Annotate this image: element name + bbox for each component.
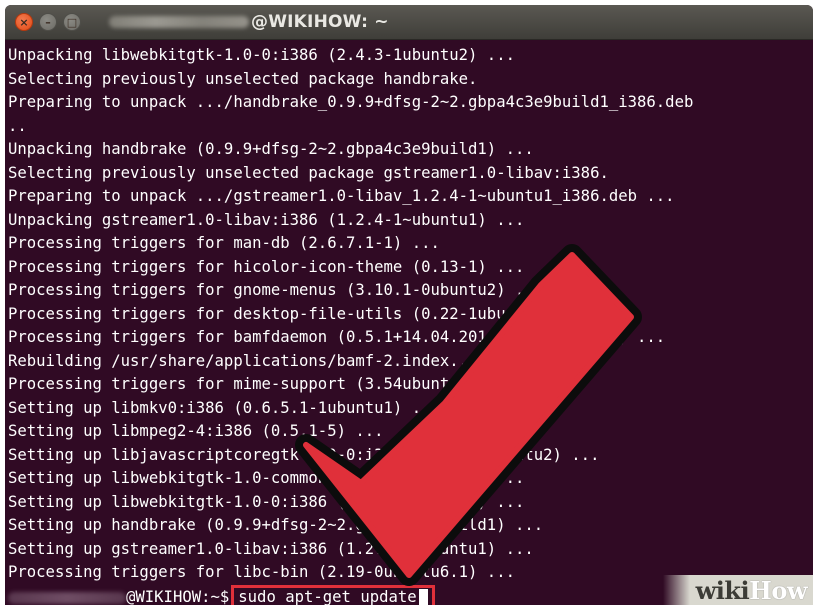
text-cursor [418, 589, 428, 605]
output-line: Setting up libmpeg2-4:i386 (0.5.1-5) ... [8, 422, 384, 440]
output-line: .. [8, 116, 27, 135]
output-line: Setting up libmkv0:i386 (0.6.5.1-1ubuntu… [8, 398, 440, 417]
output-line: Setting up libwebkitgtk-1.0-common (2.4.… [8, 469, 525, 487]
watermark-how: How [749, 575, 807, 605]
output-line: Processing triggers for hicolor-icon-the… [8, 257, 525, 276]
title-bar[interactable]: × – □ @WIKIHOW: ~ [5, 5, 813, 40]
command-text: sudo apt-get update [238, 588, 417, 605]
terminal-window: × – □ @WIKIHOW: ~ Unpacking libwebkitgtk… [5, 5, 813, 605]
output-line: Rebuilding /usr/share/applications/bamf-… [8, 351, 478, 370]
close-icon: × [19, 15, 29, 29]
output-line: Processing triggers for libc-bin (2.19-0… [8, 563, 515, 581]
output-line: Processing triggers for desktop-file-uti… [8, 304, 591, 323]
maximize-icon: □ [66, 15, 78, 29]
output-line: Setting up libjavascriptcoregtk-1.0-0:i3… [8, 445, 600, 464]
command-prompt-line[interactable]: @WIKIHOW:~$ sudo apt-get update [8, 585, 435, 605]
output-line: Processing triggers for bamfdaemon (0.5.… [8, 328, 666, 346]
output-line: Processing triggers for man-db (2.6.7.1-… [8, 234, 440, 252]
output-line: Unpacking libwebkitgtk-1.0-0:i386 (2.4.3… [8, 46, 515, 64]
output-line: Selecting previously unselected package … [8, 69, 478, 88]
minimize-button[interactable]: – [39, 13, 57, 31]
output-line: Preparing to unpack .../gstreamer1.0-lib… [8, 187, 675, 205]
command-input[interactable]: sudo apt-get update [231, 585, 435, 605]
output-line: Unpacking handbrake (0.9.9+dfsg-2~2.gbpa… [8, 140, 534, 158]
output-line: Preparing to unpack .../handbrake_0.9.9+… [8, 93, 694, 111]
watermark-wiki: wiki [695, 575, 750, 605]
minimize-icon: – [45, 15, 51, 29]
output-line: Setting up libwebkitgtk-1.0-0:i386 (2.4.… [8, 492, 525, 511]
output-line: Setting up handbrake (0.9.9+dfsg-2~2.gbp… [8, 516, 544, 534]
wikihow-watermark: wiki How [663, 575, 813, 605]
terminal-area[interactable]: Unpacking libwebkitgtk-1.0-0:i386 (2.4.3… [5, 40, 813, 605]
terminal-output: Unpacking libwebkitgtk-1.0-0:i386 (2.4.3… [8, 44, 693, 585]
output-line: Setting up gstreamer1.0-libav:i386 (1.2.… [8, 539, 534, 558]
output-line: Unpacking gstreamer1.0-libav:i386 (1.2.4… [8, 210, 525, 229]
maximize-button[interactable]: □ [63, 13, 81, 31]
blurred-prompt-user [8, 591, 126, 604]
output-line: Processing triggers for gnome-menus (3.1… [8, 281, 544, 299]
blurred-username [109, 16, 249, 28]
prompt-text: @WIKIHOW:~$ [126, 588, 230, 605]
close-button[interactable]: × [15, 13, 33, 31]
window-title: @WIKIHOW: ~ [251, 12, 389, 32]
output-line: Processing triggers for mime-support (3.… [8, 375, 515, 393]
output-line: Selecting previously unselected package … [8, 163, 609, 182]
